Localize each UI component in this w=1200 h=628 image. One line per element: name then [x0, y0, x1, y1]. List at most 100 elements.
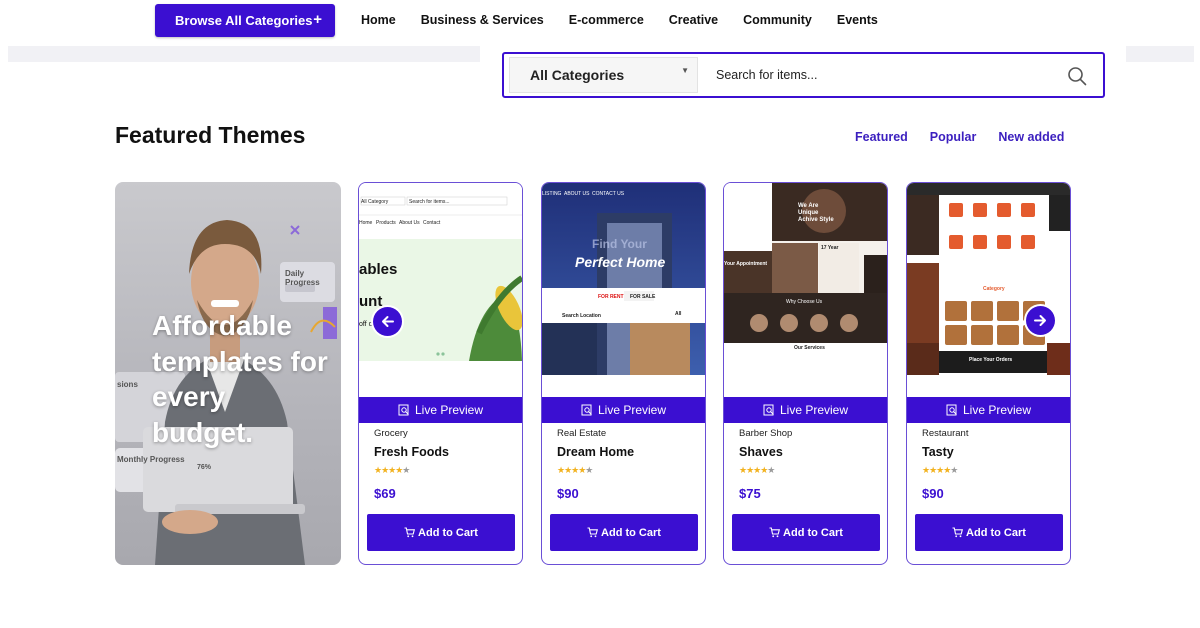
- theme-price: $90: [922, 486, 944, 501]
- theme-preview-image: Category Place Your Orders: [907, 183, 1070, 397]
- theme-name[interactable]: Fresh Foods: [374, 445, 449, 459]
- preview-hero: We Are Unique Achive Style: [798, 203, 834, 223]
- search-icon[interactable]: [1067, 66, 1087, 86]
- nav-item-community[interactable]: Community: [743, 13, 812, 27]
- add-to-cart-button[interactable]: Add to Cart: [732, 514, 880, 551]
- nav-item-ecommerce[interactable]: E-commerce: [569, 13, 644, 27]
- nav-item-events[interactable]: Events: [837, 13, 878, 27]
- carousel-next-button[interactable]: [1026, 306, 1055, 335]
- add-to-cart-label: Add to Cart: [601, 526, 661, 539]
- preview-search: Search for items...: [409, 199, 450, 205]
- browse-categories-button[interactable]: Browse All Categories +: [155, 4, 335, 37]
- promo-percent: 76%: [197, 464, 212, 471]
- cart-icon: [587, 527, 599, 538]
- preview-nav-home: Home: [359, 220, 373, 226]
- filter-popular[interactable]: Popular: [930, 130, 977, 144]
- theme-category: Barber Shop: [739, 428, 793, 439]
- filter-new-added[interactable]: New added: [998, 130, 1064, 144]
- theme-card-restaurant[interactable]: Category Place Your Orders Live Preview …: [906, 182, 1071, 565]
- live-preview-button[interactable]: Live Preview: [542, 397, 705, 423]
- preview-find: Find Your: [592, 237, 647, 251]
- add-to-cart-label: Add to Cart: [783, 526, 843, 539]
- preview-nav-about: ABOUT US: [564, 191, 590, 197]
- category-select-value: All Categories: [530, 67, 625, 83]
- live-preview-label: Live Preview: [962, 403, 1032, 417]
- preview-why: Why Choose Us: [786, 299, 823, 305]
- theme-preview-image: All Category Search for items... Home Pr…: [359, 183, 522, 397]
- preview-sale: FOR SALE: [630, 294, 656, 300]
- theme-card-barber-shop[interactable]: We Are Unique Achive Style Your Appointm…: [723, 182, 888, 565]
- rating-stars: ★★★★★: [557, 465, 593, 475]
- theme-preview-image: We Are Unique Achive Style Your Appointm…: [724, 183, 887, 397]
- add-to-cart-label: Add to Cart: [966, 526, 1026, 539]
- theme-name[interactable]: Tasty: [922, 445, 954, 459]
- promo-sessions: sions: [117, 380, 138, 389]
- preview-headline: ables: [359, 261, 398, 278]
- rating-stars: ★★★★★: [739, 465, 775, 475]
- preview-nav-contact: Contact: [423, 220, 441, 226]
- add-to-cart-button[interactable]: Add to Cart: [550, 514, 698, 551]
- arrow-right-icon: [1034, 315, 1046, 326]
- live-preview-label: Live Preview: [597, 403, 667, 417]
- preview-nav-products: Products: [376, 220, 396, 226]
- arrow-left-icon: [382, 316, 394, 327]
- nav-item-business-services[interactable]: Business & Services: [421, 13, 544, 27]
- preview-rent: FOR RENT: [598, 294, 624, 300]
- cart-icon: [952, 527, 964, 538]
- preview-all: All: [675, 311, 682, 317]
- filter-featured[interactable]: Featured: [855, 130, 908, 144]
- category-select[interactable]: All Categories ▼: [509, 57, 698, 93]
- section-title: Featured Themes: [115, 122, 306, 148]
- rating-stars: ★★★★★: [922, 465, 958, 475]
- preview-perfect: Perfect Home: [575, 254, 666, 270]
- search-bar: All Categories ▼: [502, 52, 1105, 98]
- carousel-prev-button[interactable]: [373, 307, 402, 336]
- theme-category: Real Estate: [557, 428, 607, 439]
- rating-stars: ★★★★★: [374, 465, 410, 475]
- theme-name[interactable]: Shaves: [739, 445, 783, 459]
- add-to-cart-label: Add to Cart: [418, 526, 478, 539]
- browse-categories-label: Browse All Categories: [175, 13, 313, 28]
- preview-headline-2: unt: [359, 293, 383, 310]
- preview-nav-contact: CONTACT US: [592, 191, 625, 197]
- theme-card-grocery[interactable]: All Category Search for items... Home Pr…: [358, 182, 523, 565]
- cart-icon: [404, 527, 416, 538]
- search-input[interactable]: [716, 64, 1056, 86]
- caret-down-icon: ▼: [681, 66, 689, 75]
- theme-price: $69: [374, 486, 396, 501]
- theme-filters: Featured Popular New added: [855, 130, 1086, 144]
- preview-icon: [581, 404, 592, 416]
- add-to-cart-button[interactable]: Add to Cart: [367, 514, 515, 551]
- preview-icon: [763, 404, 774, 416]
- live-preview-button[interactable]: Live Preview: [724, 397, 887, 423]
- theme-price: $90: [557, 486, 579, 501]
- preview-category: All Category: [361, 199, 389, 205]
- preview-icon: [946, 404, 957, 416]
- preview-services: Our Services: [794, 345, 825, 351]
- live-preview-label: Live Preview: [779, 403, 849, 417]
- nav-item-home[interactable]: Home: [361, 13, 396, 27]
- preview-sub: off o: [359, 321, 373, 328]
- theme-price: $75: [739, 486, 761, 501]
- theme-card-real-estate[interactable]: LISTING ABOUT US CONTACT US Find Your Pe…: [541, 182, 706, 565]
- preview-icon: [398, 404, 409, 416]
- theme-preview-image: LISTING ABOUT US CONTACT US Find Your Pe…: [542, 183, 705, 397]
- promo-daily-progress: Daily Progress: [285, 269, 320, 287]
- plus-icon: +: [313, 11, 322, 28]
- add-to-cart-button[interactable]: Add to Cart: [915, 514, 1063, 551]
- preview-orders: Place Your Orders: [969, 357, 1013, 363]
- theme-name[interactable]: Dream Home: [557, 445, 634, 459]
- preview-category: Category: [983, 286, 1005, 292]
- promo-headline: Affordable templates for every budget.: [152, 310, 328, 448]
- live-preview-button[interactable]: Live Preview: [359, 397, 522, 423]
- preview-years: 17 Year: [821, 245, 839, 251]
- main-nav: Home Business & Services E-commerce Crea…: [361, 13, 903, 27]
- preview-location: Search Location: [562, 313, 601, 319]
- preview-nav-about: About Us: [399, 220, 420, 226]
- live-preview-button[interactable]: Live Preview: [907, 397, 1070, 423]
- cart-icon: [769, 527, 781, 538]
- preview-appointment: Your Appointment: [724, 261, 768, 267]
- nav-item-creative[interactable]: Creative: [669, 13, 718, 27]
- preview-nav-listing: LISTING: [542, 191, 562, 197]
- promo-banner[interactable]: Daily Progress sions Monthly Progress 76…: [115, 182, 341, 565]
